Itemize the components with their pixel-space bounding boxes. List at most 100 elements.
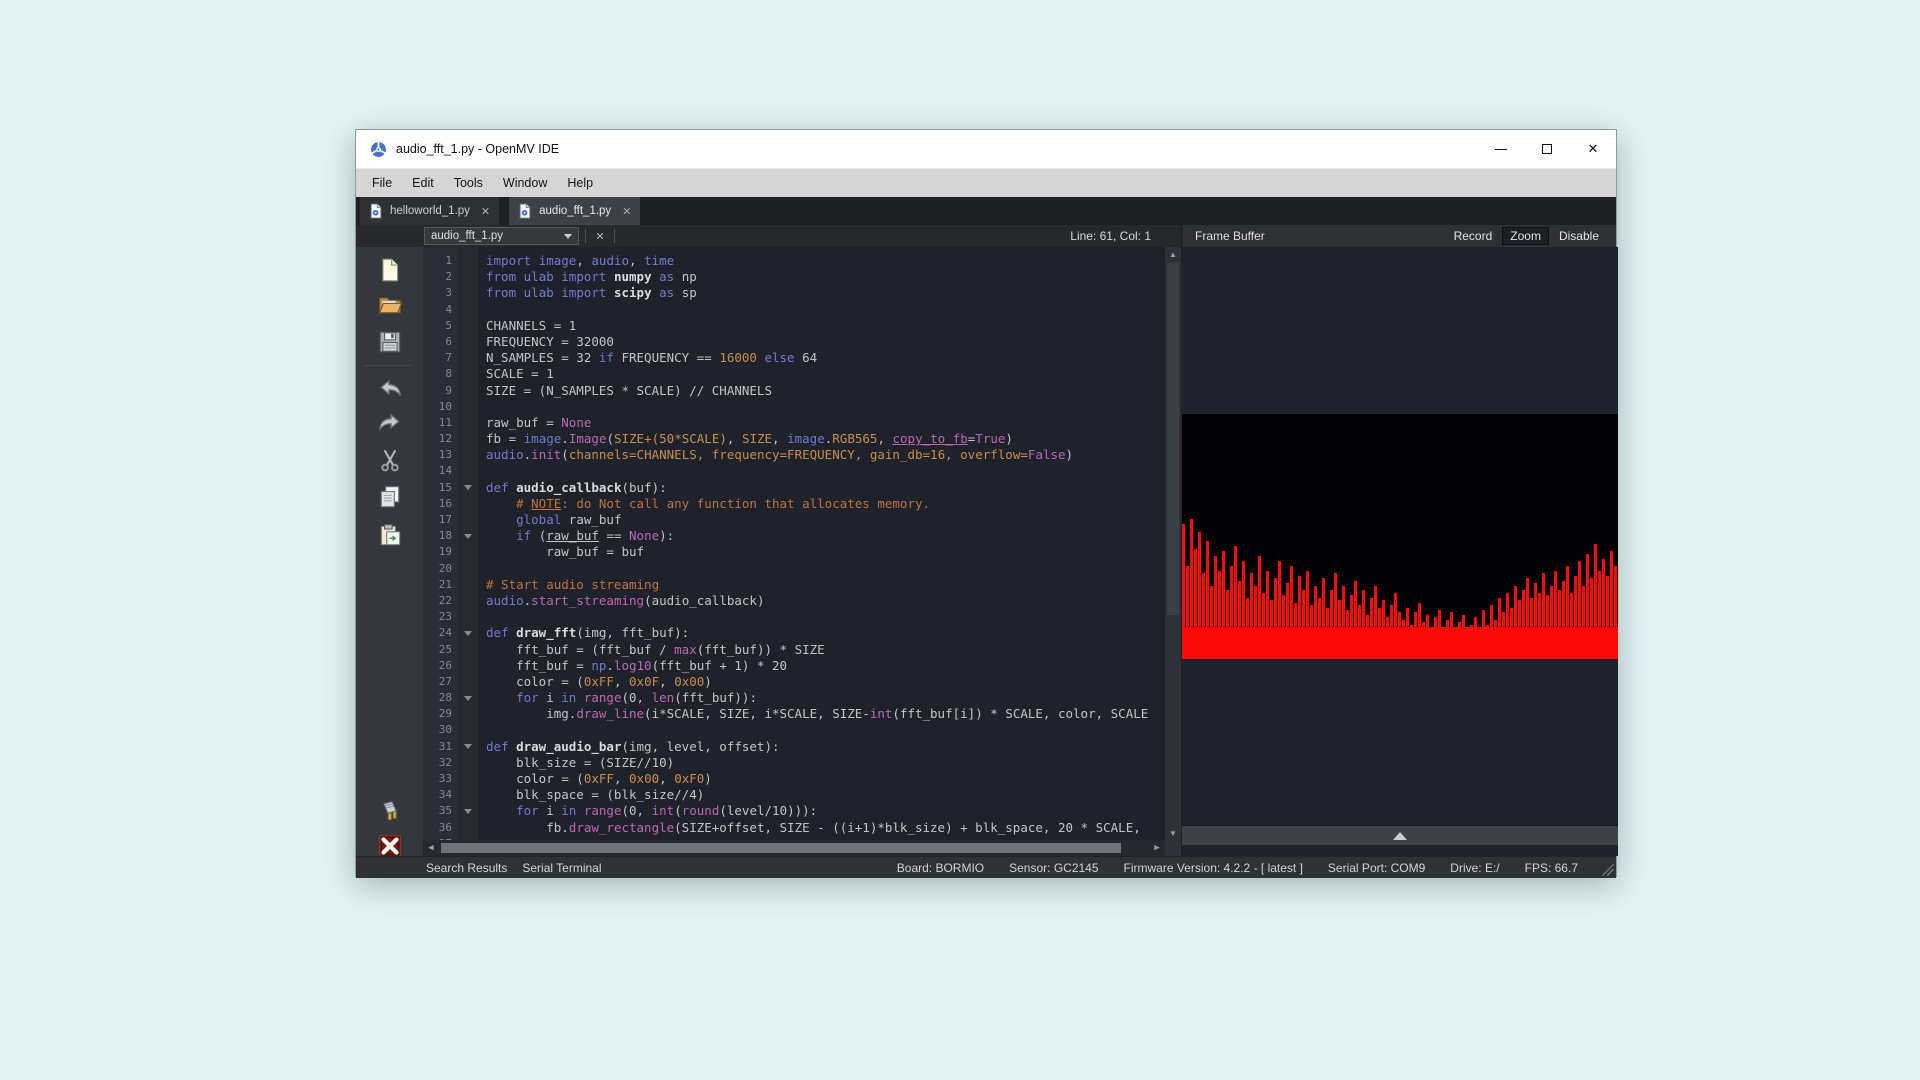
code-line: 32 blk_size = (SIZE//10)	[423, 755, 1165, 771]
horizontal-scrollbar-thumb[interactable]	[441, 843, 1121, 853]
resize-grip[interactable]	[1602, 864, 1614, 876]
tab-helloworld_1.py[interactable]: helloworld_1.py✕	[360, 197, 499, 225]
fold-column	[458, 383, 478, 399]
code-view[interactable]: 1import image, audio, time2from ulab imp…	[423, 247, 1165, 840]
code-line: 11raw_buf = None	[423, 415, 1165, 431]
code-line: 25 fft_buf = (fft_buf / max(fft_buf)) * …	[423, 642, 1165, 658]
connect-icon[interactable]	[375, 798, 405, 826]
line-number: 12	[423, 431, 458, 447]
new-file-icon[interactable]	[375, 256, 405, 284]
code-text: from ulab import numpy as np	[478, 269, 1165, 285]
histogram-expander[interactable]	[1182, 825, 1618, 845]
fold-column	[458, 269, 478, 285]
close-file-button[interactable]: ✕	[592, 225, 608, 247]
fold-marker[interactable]	[458, 480, 478, 496]
status-serial-port: Serial Port: COM9	[1328, 861, 1425, 875]
scroll-right-arrow[interactable]: ▶	[1149, 840, 1165, 856]
open-file-icon[interactable]	[375, 290, 405, 318]
status-fps: FPS: 66.7	[1525, 861, 1578, 875]
code-text: for i in range(0, int(round(level/10))):	[478, 803, 1165, 819]
fold-marker[interactable]	[458, 625, 478, 641]
code-text: import image, audio, time	[478, 253, 1165, 269]
code-line: 35 for i in range(0, int(round(level/10)…	[423, 803, 1165, 819]
scroll-down-arrow[interactable]: ▼	[1165, 826, 1181, 840]
fold-column	[458, 512, 478, 528]
fb-image	[1182, 414, 1618, 659]
cursor-position: Line: 61, Col: 1	[1070, 225, 1151, 247]
code-line: 34 blk_space = (blk_size//4)	[423, 787, 1165, 803]
menu-help[interactable]: Help	[557, 169, 603, 197]
code-line: 33 color = (0xFF, 0x00, 0xF0)	[423, 771, 1165, 787]
scroll-left-arrow[interactable]: ◀	[423, 840, 439, 856]
line-number: 6	[423, 334, 458, 350]
vertical-scrollbar-thumb[interactable]	[1167, 263, 1179, 615]
document-toolbar-left: audio_fft_1.py ✕ Line: 61, Col: 1	[356, 225, 1182, 247]
menu-window[interactable]: Window	[493, 169, 557, 197]
cut-icon[interactable]	[375, 446, 405, 474]
code-text: fft_buf = (fft_buf / max(fft_buf)) * SIZ…	[478, 642, 1165, 658]
chevron-down-icon	[464, 809, 472, 814]
menu-tools[interactable]: Tools	[444, 169, 493, 197]
chevron-down-icon	[464, 744, 472, 749]
fold-marker[interactable]	[458, 739, 478, 755]
chevron-down-icon	[464, 696, 472, 701]
scroll-up-arrow[interactable]: ▲	[1165, 247, 1181, 261]
paste-icon[interactable]	[375, 521, 405, 549]
record-button[interactable]: Record	[1447, 228, 1500, 244]
line-number: 10	[423, 399, 458, 415]
line-number: 14	[423, 463, 458, 479]
code-editor[interactable]: 1import image, audio, time2from ulab imp…	[423, 247, 1165, 856]
code-line: 29 img.draw_line(i*SCALE, SIZE, i*SCALE,…	[423, 706, 1165, 722]
copy-icon[interactable]	[375, 483, 405, 511]
close-button[interactable]: ✕	[1570, 130, 1616, 168]
separator	[614, 229, 615, 243]
line-number: 25	[423, 642, 458, 658]
vertical-scrollbar[interactable]: ▲ ▼	[1165, 247, 1181, 840]
line-number: 31	[423, 739, 458, 755]
frame-buffer-header: Frame Buffer RecordZoomDisable	[1182, 225, 1616, 247]
line-number: 27	[423, 674, 458, 690]
fold-marker[interactable]	[458, 690, 478, 706]
line-number: 21	[423, 577, 458, 593]
save-file-icon[interactable]	[375, 328, 405, 356]
code-text: color = (0xFF, 0x00, 0xF0)	[478, 771, 1165, 787]
fold-marker[interactable]	[458, 528, 478, 544]
code-text: raw_buf = buf	[478, 544, 1165, 560]
tab-close-icon[interactable]: ✕	[481, 205, 490, 218]
tab-close-icon[interactable]: ✕	[622, 205, 631, 218]
menu-file[interactable]: File	[362, 169, 402, 197]
tab-audio_fft_1.py[interactable]: audio_fft_1.py✕	[509, 197, 640, 225]
fold-column	[458, 447, 478, 463]
status-tab-search-results[interactable]: Search Results	[426, 861, 507, 875]
fold-column	[458, 399, 478, 415]
maximize-button[interactable]	[1524, 130, 1570, 168]
openmv-ide-window: audio_fft_1.py - OpenMV IDE ✕ FileEditTo…	[355, 129, 1617, 877]
status-tab-serial-terminal[interactable]: Serial Terminal	[522, 861, 601, 875]
fold-marker[interactable]	[458, 803, 478, 819]
disable-button[interactable]: Disable	[1552, 228, 1606, 244]
open-file-selector-label: audio_fft_1.py	[431, 230, 564, 242]
chevron-down-icon	[464, 485, 472, 490]
code-text	[478, 561, 1165, 577]
code-line: 24def draw_fft(img, fft_buf):	[423, 625, 1165, 641]
code-text: FREQUENCY = 32000	[478, 334, 1165, 350]
open-file-selector[interactable]: audio_fft_1.py	[424, 227, 579, 245]
redo-icon[interactable]	[375, 409, 405, 437]
menu-bar: FileEditToolsWindowHelp	[356, 168, 1616, 197]
line-number: 20	[423, 561, 458, 577]
code-text: def draw_fft(img, fft_buf):	[478, 625, 1165, 641]
toolbar-separator	[364, 365, 411, 366]
file-icon	[518, 203, 532, 219]
line-number: 8	[423, 366, 458, 382]
line-number: 30	[423, 722, 458, 738]
minimize-button[interactable]	[1478, 130, 1524, 168]
code-line: 36 fb.draw_rectangle(SIZE+offset, SIZE -…	[423, 820, 1165, 836]
code-text: fb.draw_rectangle(SIZE+offset, SIZE - ((…	[478, 820, 1165, 836]
undo-icon[interactable]	[375, 375, 405, 403]
window-title: audio_fft_1.py - OpenMV IDE	[396, 142, 559, 156]
code-text: for i in range(0, len(fft_buf)):	[478, 690, 1165, 706]
horizontal-scrollbar[interactable]: ◀ ▶	[423, 840, 1165, 856]
status-bar: Search ResultsSerial Terminal Board: BOR…	[356, 856, 1616, 878]
zoom-button[interactable]: Zoom	[1503, 228, 1548, 244]
menu-edit[interactable]: Edit	[402, 169, 444, 197]
